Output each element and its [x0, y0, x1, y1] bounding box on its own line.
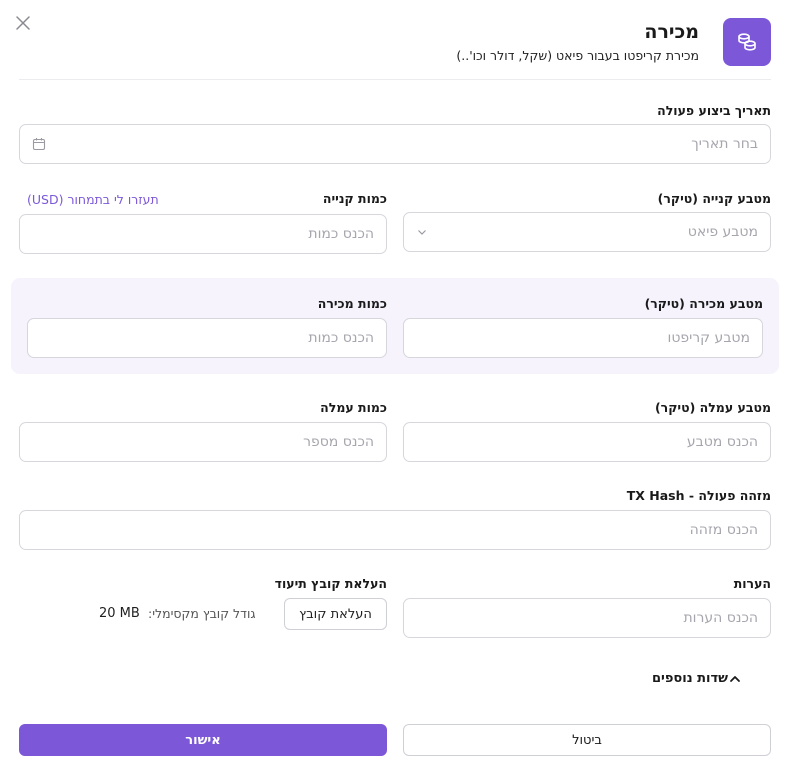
close-icon: [16, 16, 30, 30]
sell-amount-label: כמות מכירה: [317, 296, 387, 311]
buy-currency-label: מטבע קנייה (טיקר): [657, 191, 771, 206]
tx-hash-input[interactable]: [19, 510, 771, 550]
header-divider: [19, 79, 771, 80]
calendar-icon: [32, 137, 46, 151]
buy-amount-label: כמות קנייה: [322, 191, 387, 206]
buy-currency-select[interactable]: מטבע פיאט: [403, 212, 771, 252]
date-placeholder: בחר תאריך: [691, 136, 758, 152]
upload-max-size-hint: גודל קובץ מקסימלי:: [148, 606, 256, 621]
sell-currency-field[interactable]: [416, 319, 750, 357]
notes-field[interactable]: [416, 599, 758, 637]
sell-amount-input[interactable]: [27, 318, 387, 358]
date-label: תאריך ביצוע פעולה: [657, 103, 771, 118]
notes-label: הערות: [733, 576, 771, 591]
fee-currency-input[interactable]: [403, 422, 771, 462]
buy-amount-input[interactable]: [19, 214, 387, 254]
fee-currency-field[interactable]: [416, 423, 758, 461]
cancel-button[interactable]: ביטול: [403, 724, 771, 756]
notes-input[interactable]: [403, 598, 771, 638]
fee-amount-input[interactable]: [19, 422, 387, 462]
fee-currency-label: מטבע עמלה (טיקר): [654, 400, 771, 415]
fee-amount-field[interactable]: [32, 423, 374, 461]
page-title: מכירה: [644, 21, 699, 43]
close-button[interactable]: [14, 14, 34, 34]
sell-currency-label: מטבע מכירה (טיקר): [644, 296, 763, 311]
buy-amount-field[interactable]: [32, 215, 374, 253]
modal-header: מכירה מכירת קריפטו בעבור פיאט (שקל, דולר…: [456, 18, 771, 66]
additional-fields-label: שדות נוספים: [652, 671, 728, 686]
tx-hash-field[interactable]: [32, 511, 758, 549]
date-picker[interactable]: בחר תאריך: [19, 124, 771, 164]
buy-currency-placeholder: מטבע פיאט: [687, 224, 758, 240]
chevron-up-icon: [728, 672, 742, 686]
upload-max-size-value: 20 MB: [99, 606, 140, 621]
coins-icon: [723, 18, 771, 66]
sell-currency-input[interactable]: [403, 318, 763, 358]
page-subtitle: מכירת קריפטו בעבור פיאט (שקל, דולר וכו'.…: [456, 48, 699, 63]
chevron-down-icon: [416, 226, 428, 238]
upload-file-button[interactable]: העלאת קובץ: [284, 598, 387, 630]
upload-label: העלאת קובץ תיעוד: [274, 576, 387, 591]
sell-amount-field[interactable]: [40, 319, 374, 357]
tx-hash-label: מזהה פעולה - TX Hash: [626, 488, 771, 503]
fee-amount-label: כמות עמלה: [320, 400, 387, 415]
confirm-button[interactable]: אישור: [19, 724, 387, 756]
additional-fields-toggle[interactable]: שדות נוספים: [652, 671, 756, 686]
pricing-help-link[interactable]: תעזרו לי בתמחור (USD): [27, 192, 159, 208]
